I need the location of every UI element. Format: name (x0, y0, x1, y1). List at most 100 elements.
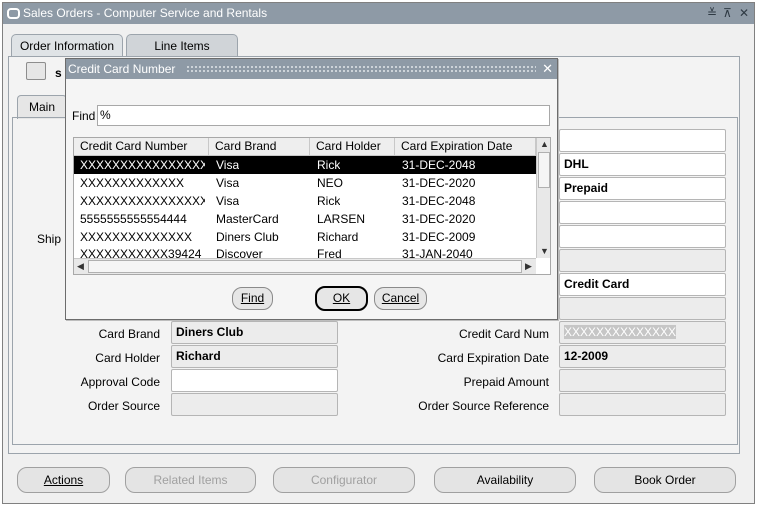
scroll-up-icon[interactable]: ▲ (540, 139, 549, 149)
table-row[interactable]: XXXXXXXXXXXXXXXX Visa Rick 31-DEC-2048 (74, 192, 536, 210)
card-expiration-field[interactable]: 12-2009 (559, 345, 726, 368)
cell-card-brand: Visa (216, 158, 240, 172)
vertical-scroll-thumb[interactable] (538, 152, 550, 188)
window-title: Sales Orders - Computer Service and Rent… (23, 6, 268, 20)
cell-card-number: XXXXXXXXXXX39424 (80, 247, 202, 258)
dialog-title: Credit Card Number (68, 62, 176, 76)
cancel-button-label: Cancel (381, 291, 420, 305)
right-field-8[interactable] (559, 297, 726, 320)
cancel-button[interactable]: Cancel (374, 287, 427, 310)
cell-card-holder: Rick (317, 158, 341, 172)
find-label: Find (72, 109, 96, 123)
cell-card-number: XXXXXXXXXXXXXX (80, 230, 193, 244)
table-row[interactable]: XXXXXXXXXXXXX Visa NEO 31-DEC-2020 (74, 174, 536, 192)
table-row[interactable]: XXXXXXXXXXXXXX Diners Club Richard 31-DE… (74, 228, 536, 246)
approval-code-field[interactable] (171, 369, 338, 392)
table-row[interactable]: XXXXXXXXXXXXXXXX Visa Rick 31-DEC-2048 (74, 156, 536, 174)
folder-icon[interactable] (26, 62, 46, 80)
order-source-reference-label: Order Source Reference (418, 399, 549, 413)
horizontal-scrollbar[interactable]: ◀ ▶ (74, 258, 536, 274)
cell-expiration: 31-DEC-2048 (402, 194, 476, 208)
book-order-button[interactable]: Book Order (594, 467, 736, 493)
cell-expiration: 31-JAN-2040 (402, 247, 473, 258)
approval-code-label: Approval Code (80, 375, 160, 389)
column-header-card-holder[interactable]: Card Holder (310, 138, 395, 156)
close-icon[interactable]: ✕ (739, 3, 749, 24)
right-field-1[interactable] (559, 129, 726, 152)
header-partial-text: s (55, 66, 62, 80)
find-button-label: Find (240, 291, 265, 305)
cell-card-brand: Diners Club (216, 230, 279, 244)
credit-card-num-label: Credit Card Num (458, 327, 549, 341)
credit-card-number-dialog: Credit Card Number ✕ Find % Credit Card … (65, 58, 558, 320)
cell-card-number: XXXXXXXXXXXXX (80, 176, 185, 190)
cell-card-number: XXXXXXXXXXXXXXXX (80, 194, 205, 208)
related-items-button[interactable]: Related Items (125, 467, 256, 493)
actions-button[interactable]: Actions (17, 467, 110, 493)
card-holder-label: Card Holder (95, 351, 160, 365)
cell-card-brand: Visa (216, 176, 240, 190)
payment-type-field[interactable]: Credit Card (559, 273, 726, 296)
ok-button[interactable]: OK (315, 286, 368, 311)
column-header-card-brand[interactable]: Card Brand (209, 138, 310, 156)
right-field-6[interactable] (559, 249, 726, 272)
find-button[interactable]: Find (232, 287, 273, 310)
table-row[interactable]: XXXXXXXXXXX39424 Discover Fred 31-JAN-20… (74, 246, 536, 258)
subtab-main[interactable]: Main (17, 95, 67, 119)
book-order-button-label: Book Order (634, 473, 696, 487)
titlebar-grip (186, 65, 536, 73)
related-items-button-label: Related Items (153, 473, 228, 487)
cell-card-holder: Rick (317, 194, 341, 208)
app-icon (7, 8, 20, 19)
cell-card-holder: Richard (317, 230, 359, 244)
cell-card-brand: Visa (216, 194, 240, 208)
order-source-reference-field[interactable] (559, 393, 726, 416)
card-holder-field[interactable]: Richard (171, 345, 338, 368)
horizontal-scroll-thumb[interactable] (88, 260, 522, 273)
column-header-card-expiration-date[interactable]: Card Expiration Date (395, 138, 536, 156)
order-source-label: Order Source (87, 399, 160, 413)
availability-button-label: Availability (476, 473, 534, 487)
credit-card-num-field[interactable]: XXXXXXXXXXXXXX (559, 321, 726, 344)
configurator-button-label: Configurator (310, 473, 378, 487)
card-expiration-label: Card Expiration Date (437, 351, 549, 365)
dialog-close-icon[interactable]: ✕ (542, 59, 553, 79)
ship-label-partial: Ship (37, 232, 62, 246)
find-input[interactable]: % (97, 105, 550, 126)
prepaid-amount-label: Prepaid Amount (463, 375, 549, 389)
cell-card-holder: LARSEN (317, 212, 366, 226)
minimize-icon[interactable]: ≚ (707, 3, 717, 24)
cell-card-brand: MasterCard (216, 212, 279, 226)
cell-expiration: 31-DEC-2048 (402, 158, 476, 172)
scroll-right-icon[interactable]: ▶ (525, 261, 532, 272)
cell-card-brand: Discover (216, 247, 263, 258)
order-source-field[interactable] (171, 393, 338, 416)
actions-button-label: Actions (43, 473, 84, 487)
dialog-titlebar[interactable]: Credit Card Number ✕ (66, 59, 557, 79)
availability-button[interactable]: Availability (434, 467, 576, 493)
window-titlebar[interactable]: Sales Orders - Computer Service and Rent… (3, 3, 754, 24)
card-brand-label: Card Brand (98, 327, 160, 341)
tab-label: Line Items (154, 39, 210, 53)
right-field-5[interactable] (559, 225, 726, 248)
table-row[interactable]: 5555555555554444 MasterCard LARSEN 31-DE… (74, 210, 536, 228)
card-brand-field[interactable]: Diners Club (171, 321, 338, 344)
scroll-down-icon[interactable]: ▼ (540, 246, 549, 256)
ok-button-label: OK (332, 291, 351, 305)
shipping-method-field[interactable]: DHL (559, 153, 726, 176)
prepaid-amount-field[interactable] (559, 369, 726, 392)
tab-line-items[interactable]: Line Items (126, 34, 238, 58)
vertical-scrollbar[interactable]: ▲ ▼ (536, 138, 550, 258)
freight-terms-field[interactable]: Prepaid (559, 177, 726, 200)
column-header-credit-card-number[interactable]: Credit Card Number (74, 138, 209, 156)
cell-card-number: 5555555555554444 (80, 212, 187, 226)
tab-order-information[interactable]: Order Information (11, 34, 123, 58)
maximize-icon[interactable]: ⊼ (723, 3, 732, 24)
tab-label: Order Information (19, 39, 115, 53)
cell-card-holder: NEO (317, 176, 344, 190)
scroll-left-icon[interactable]: ◀ (77, 261, 84, 272)
configurator-button[interactable]: Configurator (273, 467, 415, 493)
right-field-4[interactable] (559, 201, 726, 224)
subtab-label: Main (28, 100, 55, 114)
cell-expiration: 31-DEC-2020 (402, 176, 476, 190)
